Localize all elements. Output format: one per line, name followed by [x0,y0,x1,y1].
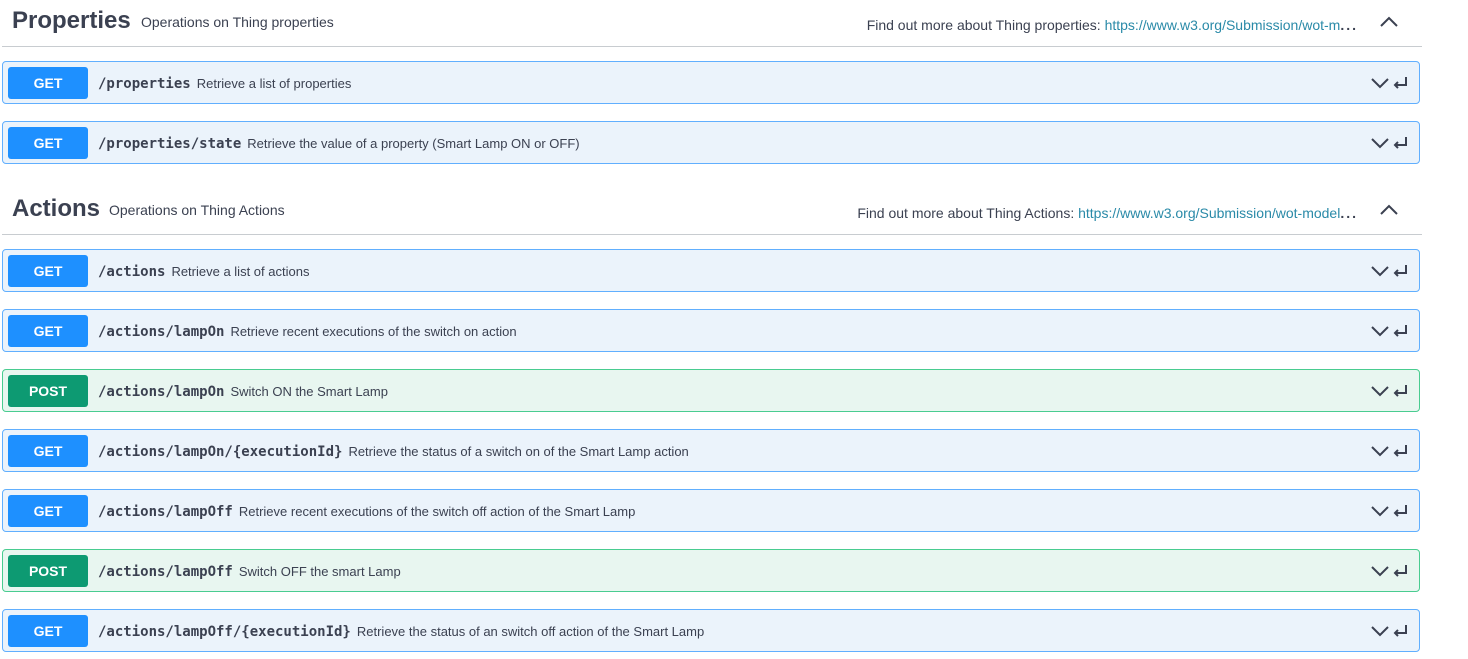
operation-summary: Retrieve a list of actions [171,264,310,279]
path-text: /actions/lampOff/{executionId} [98,624,351,640]
operation-get-actions-lampon[interactable]: GET /actions/lampOn Retrieve recent execu… [2,309,1420,352]
method-badge: GET [8,495,88,527]
operation-controls [1369,441,1411,461]
chevron-up-icon[interactable] [1378,200,1400,220]
api-docs-page: Properties Operations on Thing propertie… [0,0,1468,659]
section-header-properties[interactable]: Properties Operations on Thing propertie… [2,2,1422,47]
operation-controls [1369,501,1411,521]
operation-path: /actions/lampOff Switch OFF the smart Lam… [98,563,401,581]
section-description: Operations on Thing properties [141,14,334,30]
operation-path: /actions/lampOff/{executionId} Retrieve t… [98,623,704,641]
operation-summary: Retrieve recent executions of the switch… [238,504,636,519]
external-docs: Find out more about Thing properties: ht… [867,17,1358,33]
operation-controls [1369,321,1411,341]
enter-icon [1393,625,1407,637]
method-badge: GET [8,435,88,467]
method-badge: GET [8,615,88,647]
operation-controls [1369,261,1411,281]
path-text: /properties [98,76,191,92]
operation-get-properties-state[interactable]: GET /properties/state Retrieve the value … [2,121,1420,164]
section-title[interactable]: Properties [12,6,131,36]
operation-post-actions-lampoff[interactable]: POST /actions/lampOff Switch OFF the smar… [2,549,1420,592]
chevron-down-icon [1371,78,1389,89]
operation-summary: Retrieve recent executions of the switch… [230,324,517,339]
operation-path: /actions Retrieve a list of actions [98,263,309,281]
operation-path: /actions/lampOff Retrieve recent executio… [98,503,635,521]
path-text: /actions/lampOff [98,564,233,580]
chevron-up-icon[interactable] [1378,12,1400,32]
operation-path: /properties/state Retrieve the value of a… [98,135,580,153]
operation-summary: Retrieve a list of properties [196,76,352,91]
method-badge: GET [8,127,88,159]
method-badge: POST [8,375,88,407]
operation-get-actions-lampoff[interactable]: GET /actions/lampOff Retrieve recent exec… [2,489,1420,532]
enter-icon [1393,265,1407,277]
external-docs: Find out more about Thing Actions: https… [857,205,1358,221]
external-docs-link[interactable]: https://www.w3.org/Submission/wot-m [1105,17,1341,33]
operation-controls [1369,381,1411,401]
operation-get-actions-lampoff-execution[interactable]: GET /actions/lampOff/{executionId} Retrie… [2,609,1420,652]
operation-get-actions-lampon-execution[interactable]: GET /actions/lampOn/{executionId} Retriev… [2,429,1420,472]
path-text: /actions [98,264,166,280]
path-text: /actions/lampOn [98,324,225,340]
section-description: Operations on Thing Actions [109,202,285,218]
chevron-down-icon [1371,506,1389,517]
operation-summary: Retrieve the status of a switch on of th… [348,444,689,459]
enter-icon [1393,505,1407,517]
enter-icon [1393,137,1407,149]
method-badge: GET [8,255,88,287]
chevron-down-icon [1371,386,1389,397]
chevron-down-icon [1371,266,1389,277]
operation-get-properties[interactable]: GET /properties Retrieve a list of proper… [2,61,1420,104]
method-badge: POST [8,555,88,587]
path-text: /actions/lampOn/{executionId} [98,444,343,460]
operation-path: /actions/lampOn Switch ON the Smart Lamp [98,383,388,401]
operation-get-actions[interactable]: GET /actions Retrieve a list of actions [2,249,1420,292]
chevron-down-icon [1371,138,1389,149]
path-text: /actions/lampOff [98,504,233,520]
enter-icon [1393,445,1407,457]
external-docs-label: Find out more about Thing Actions: [857,205,1075,221]
chevron-down-icon [1371,566,1389,577]
chevron-down-icon [1371,446,1389,457]
truncation-ellipsis: ... [1340,17,1358,33]
operation-path: /actions/lampOn Retrieve recent execution… [98,323,517,341]
operation-controls [1369,561,1411,581]
enter-icon [1393,385,1407,397]
section-title[interactable]: Actions [12,194,100,224]
operation-summary: Retrieve the status of an switch off act… [356,624,705,639]
external-docs-link[interactable]: https://www.w3.org/Submission/wot-model [1078,205,1340,221]
external-docs-label: Find out more about Thing properties: [866,17,1101,33]
enter-icon [1393,325,1407,337]
operation-post-actions-lampon[interactable]: POST /actions/lampOn Switch ON the Smart … [2,369,1420,412]
path-text: /properties/state [98,136,242,152]
chevron-down-icon [1371,326,1389,337]
section-header-actions[interactable]: Actions Operations on Thing Actions Find… [2,190,1422,235]
operation-controls [1369,621,1411,641]
path-text: /actions/lampOn [98,384,225,400]
operation-summary: Retrieve the value of a property (Smart … [247,136,580,151]
chevron-down-icon [1371,626,1389,637]
method-badge: GET [8,67,88,99]
operation-controls [1369,73,1411,93]
truncation-ellipsis: ... [1340,205,1358,221]
operation-summary: Switch ON the Smart Lamp [230,384,388,399]
operation-path: /actions/lampOn/{executionId} Retrieve th… [98,443,689,461]
method-badge: GET [8,315,88,347]
operation-path: /properties Retrieve a list of properties [98,75,351,93]
operation-controls [1369,133,1411,153]
operation-summary: Switch OFF the smart Lamp [238,564,401,579]
enter-icon [1393,77,1407,89]
enter-icon [1393,565,1407,577]
